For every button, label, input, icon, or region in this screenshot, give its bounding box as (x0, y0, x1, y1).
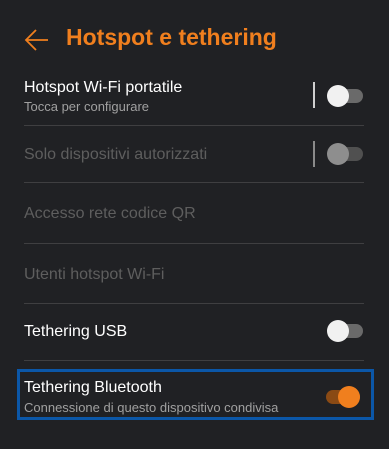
usb-tethering-toggle[interactable] (327, 320, 363, 342)
vertical-separator (313, 82, 315, 108)
setting-title: Tethering Bluetooth (24, 379, 162, 396)
toggle-thumb (327, 85, 349, 107)
toggle-thumb (338, 386, 360, 408)
divider (24, 360, 364, 361)
vertical-separator (313, 141, 315, 167)
setting-title: Tethering USB (24, 323, 128, 340)
setting-title: Utenti hotspot Wi-Fi (24, 266, 165, 283)
toggle-thumb (327, 320, 349, 342)
setting-qr-network-access: Accesso rete codice QR (24, 183, 366, 243)
hotspot-tethering-screen: Hotspot e tethering Hotspot Wi-Fi portat… (0, 0, 389, 449)
arrow-left-icon[interactable] (24, 27, 50, 53)
bluetooth-tethering-toggle[interactable] (324, 386, 360, 408)
setting-title: Hotspot Wi-Fi portatile (24, 79, 183, 96)
setting-bluetooth-tethering[interactable]: Tethering Bluetooth Connessione di quest… (24, 370, 366, 420)
setting-title: Solo dispositivi autorizzati (24, 146, 208, 163)
setting-subtitle: Connessione di questo dispositivo condiv… (24, 400, 279, 415)
authorized-devices-toggle (327, 143, 363, 165)
page-title: Hotspot e tethering (66, 24, 277, 50)
app-bar: Hotspot e tethering (0, 0, 389, 76)
portable-hotspot-toggle[interactable] (327, 85, 363, 107)
toggle-thumb (327, 143, 349, 165)
setting-title: Accesso rete codice QR (24, 205, 196, 222)
setting-hotspot-users: Utenti hotspot Wi-Fi (24, 244, 366, 303)
setting-usb-tethering[interactable]: Tethering USB (24, 304, 366, 360)
setting-subtitle: Tocca per configurare (24, 99, 150, 114)
